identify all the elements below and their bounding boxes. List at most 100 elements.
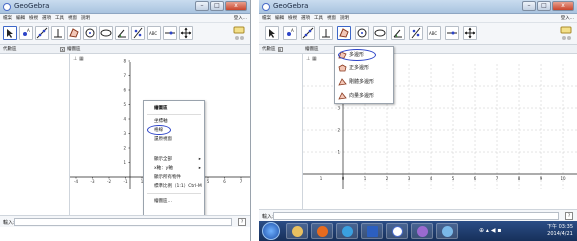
undo-redo-icons[interactable] — [233, 26, 245, 42]
circle-tool-button[interactable] — [355, 26, 369, 40]
regular-polygon-menu-item[interactable]: 正多邊形 — [335, 61, 393, 75]
maximize-button[interactable]: □ — [537, 1, 551, 11]
separator — [147, 193, 201, 194]
line-tool-button[interactable] — [35, 26, 49, 40]
show-all-objects-menu-item[interactable]: 顯示所有物件 — [144, 174, 204, 181]
menu-edit[interactable]: 編輯 — [16, 15, 25, 21]
reflect-tool-button[interactable] — [409, 26, 423, 40]
login-link[interactable]: 登入... — [561, 15, 574, 21]
graphics-view-tab[interactable]: 繪圖區 — [305, 46, 319, 52]
taskbar-app-explorer[interactable] — [436, 223, 458, 239]
taskbar-app-geogebra[interactable] — [386, 223, 408, 239]
text-tool-button[interactable]: ABC — [427, 26, 441, 40]
reflect-tool-button[interactable] — [131, 26, 145, 40]
point-tool-button[interactable]: A — [19, 26, 33, 40]
menu-help[interactable]: 說明 — [81, 15, 90, 21]
circle-tool-button[interactable] — [83, 26, 97, 40]
input-field[interactable] — [14, 218, 232, 226]
axes-menu-item[interactable]: 坐標軸 — [144, 118, 204, 125]
algebra-view[interactable] — [259, 54, 303, 215]
undo-redo-icons[interactable] — [560, 26, 572, 42]
line-tool-button[interactable] — [301, 26, 315, 40]
menu-edit[interactable]: 編輯 — [275, 15, 284, 21]
close-view-icon[interactable]: x — [60, 46, 65, 52]
taskbar-app-media[interactable] — [336, 223, 358, 239]
input-bar: 輸入: ? — [0, 215, 250, 227]
taskbar-app-folder[interactable] — [286, 223, 308, 239]
taskbar-app-browser[interactable] — [311, 223, 333, 239]
help-icon[interactable]: ? — [565, 212, 573, 220]
minimize-button[interactable]: – — [195, 1, 209, 11]
move-tool-button[interactable] — [265, 26, 279, 40]
browser-icon — [317, 226, 328, 237]
standard-view-menu-item[interactable]: 標準比例（1:1）Ctrl-M — [144, 183, 204, 190]
slider-tool-button[interactable] — [163, 26, 177, 40]
algebra-view-tab[interactable]: 代數區 x — [262, 46, 283, 52]
conic-tool-button[interactable] — [99, 26, 113, 40]
menu-options[interactable]: 選項 — [42, 15, 51, 21]
point-tool-button[interactable]: A — [283, 26, 297, 40]
menu-view[interactable]: 檢視 — [288, 15, 297, 21]
restore-view-menu-item[interactable]: 還原視窗 — [144, 136, 204, 143]
rigid-polygon-menu-item[interactable]: 剛體多邊形 — [335, 75, 393, 89]
show-all-menu-item[interactable]: 顯示全部 ▸ — [144, 156, 204, 163]
svg-text:ABC: ABC — [429, 31, 437, 36]
perpendicular-tool-button[interactable] — [319, 26, 333, 40]
polygon-tool-button[interactable] — [67, 26, 81, 40]
svg-text:ABC: ABC — [149, 31, 157, 36]
graphics-view-tab[interactable]: x 繪圖區 — [60, 46, 81, 52]
close-view-icon[interactable]: x — [277, 46, 283, 52]
minimize-button[interactable]: – — [522, 1, 536, 11]
menu-window[interactable]: 視窗 — [68, 15, 77, 21]
submenu-arrow-icon: ▸ — [198, 157, 201, 162]
xaxis-yaxis-menu-item[interactable]: x軸：y軸 ▸ — [144, 165, 204, 172]
conic-tool-button[interactable] — [373, 26, 387, 40]
taskbar-app-word[interactable] — [361, 223, 383, 239]
title-bar[interactable]: GeoGebra – □ x — [259, 0, 577, 14]
taskbar-app-paint[interactable] — [411, 223, 433, 239]
menu-options[interactable]: 選項 — [301, 15, 310, 21]
title-bar[interactable]: GeoGebra – □ x — [0, 0, 250, 14]
graphics-settings-menu-item[interactable]: 繪圖區… — [144, 198, 204, 205]
y-tick-label: 3 — [123, 131, 126, 136]
polygon-tool-menu: 多邊形 正多邊形 剛體多邊形 向量多邊形 — [334, 46, 394, 104]
menu-file[interactable]: 檔案 — [3, 15, 12, 21]
maximize-button[interactable]: □ — [210, 1, 224, 11]
menu-window[interactable]: 視窗 — [327, 15, 336, 21]
perpendicular-tool-button[interactable] — [51, 26, 65, 40]
polygon-tool-button[interactable] — [337, 26, 351, 40]
system-tray-icons[interactable]: ⊕ ▴ ◀ ▪ — [479, 227, 501, 234]
text-tool-button[interactable]: ABC — [147, 26, 161, 40]
help-icon[interactable]: ? — [238, 218, 246, 226]
angle-tool-button[interactable] — [115, 26, 129, 40]
menu-tools[interactable]: 工具 — [314, 15, 323, 21]
line-icon — [302, 27, 314, 39]
xaxis-yaxis-label: x軸：y軸 — [154, 166, 173, 171]
close-button[interactable]: x — [225, 1, 247, 11]
input-field[interactable] — [273, 212, 559, 220]
svg-text:A: A — [291, 28, 294, 33]
move-view-icon — [464, 27, 476, 39]
menu-view[interactable]: 檢視 — [29, 15, 38, 21]
close-button[interactable]: x — [552, 1, 574, 11]
slider-tool-button[interactable] — [445, 26, 459, 40]
angle-tool-button[interactable] — [391, 26, 405, 40]
x-tick-label: -4 — [74, 179, 78, 184]
graphics-context-menu: 繪圖區 坐標軸 格線 還原視窗 顯示全部 ▸ x軸：y軸 ▸ 顯示所有物件 標準比例… — [143, 100, 205, 218]
clock-time: 下午 03:35 — [547, 224, 573, 230]
start-button[interactable] — [262, 222, 280, 240]
ellipse-icon — [100, 29, 112, 37]
taskbar-clock[interactable]: 下午 03:35 2014/4/21 — [547, 224, 573, 238]
vector-polygon-icon — [338, 92, 347, 100]
vector-polygon-menu-item[interactable]: 向量多邊形 — [335, 89, 393, 103]
algebra-view[interactable] — [0, 54, 70, 215]
menu-help[interactable]: 說明 — [340, 15, 349, 21]
move-view-tool-button[interactable] — [179, 26, 193, 40]
move-tool-button[interactable] — [3, 26, 17, 40]
move-view-tool-button[interactable] — [463, 26, 477, 40]
algebra-view-tab[interactable]: 代數區 — [3, 46, 17, 52]
login-link[interactable]: 登入... — [234, 15, 247, 21]
menu-file[interactable]: 檔案 — [262, 15, 271, 21]
menu-tools[interactable]: 工具 — [55, 15, 64, 21]
geogebra-logo-icon — [3, 3, 11, 11]
